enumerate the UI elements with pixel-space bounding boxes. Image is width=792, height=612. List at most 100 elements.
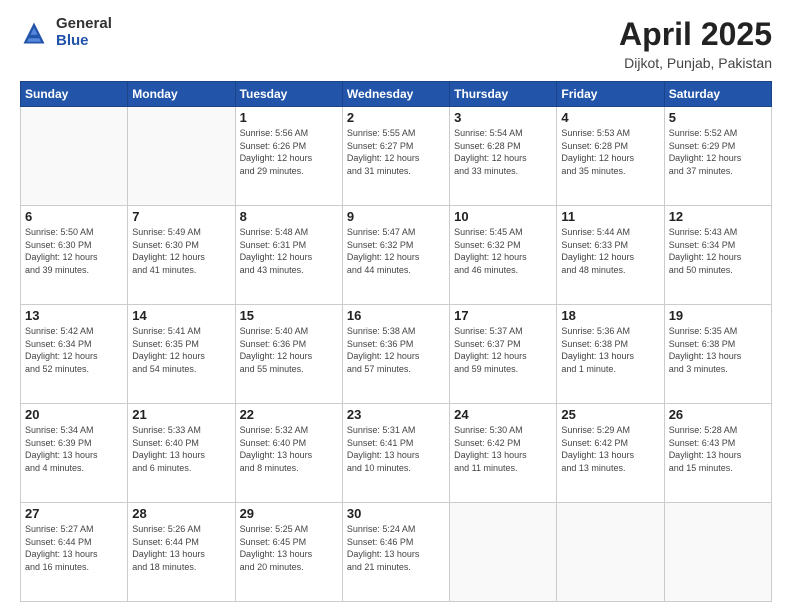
calendar-week-row: 13 Sunrise: 5:42 AM Sunset: 6:34 PM Dayli… <box>21 305 772 404</box>
day-number: 23 <box>347 407 445 422</box>
table-row: 9Sunrise: 5:47 AM Sunset: 6:32 PM Daylig… <box>342 206 449 305</box>
day-number: 27 <box>25 506 123 521</box>
table-row: 26 Sunrise: 5:28 AM Sunset: 6:43 PM Dayli… <box>664 404 771 503</box>
table-row: 20Sunrise: 5:34 AM Sunset: 6:39 PM Dayli… <box>21 404 128 503</box>
table-row: 19 Sunrise: 5:35 AM Sunset: 6:38 PM Dayli… <box>664 305 771 404</box>
table-row: 4Sunrise: 5:53 AM Sunset: 6:28 PM Daylig… <box>557 107 664 206</box>
calendar-header-row: Sunday Monday Tuesday Wednesday Thursday… <box>21 82 772 107</box>
day-info: Sunrise: 5:32 AM Sunset: 6:40 PM Dayligh… <box>240 424 338 474</box>
day-info: Sunrise: 5:44 AM Sunset: 6:33 PM Dayligh… <box>561 226 659 276</box>
table-row: 13 Sunrise: 5:42 AM Sunset: 6:34 PM Dayli… <box>21 305 128 404</box>
day-info: Sunrise: 5:35 AM Sunset: 6:38 PM Dayligh… <box>669 325 767 375</box>
day-number: 11 <box>561 209 659 224</box>
day-info: Sunrise: 5:36 AM Sunset: 6:38 PM Dayligh… <box>561 325 659 375</box>
table-row <box>450 503 557 602</box>
logo: General Blue <box>20 16 112 49</box>
day-info: Sunrise: 5:56 AM Sunset: 6:26 PM Dayligh… <box>240 127 338 177</box>
day-number: 7 <box>132 209 230 224</box>
day-number: 22 <box>240 407 338 422</box>
table-row: 25Sunrise: 5:29 AM Sunset: 6:42 PM Dayli… <box>557 404 664 503</box>
day-number: 25 <box>561 407 659 422</box>
day-number: 15 <box>240 308 338 323</box>
table-row: 14 Sunrise: 5:41 AM Sunset: 6:35 PM Dayli… <box>128 305 235 404</box>
calendar-title: April 2025 <box>619 16 772 53</box>
day-info: Sunrise: 5:43 AM Sunset: 6:34 PM Dayligh… <box>669 226 767 276</box>
table-row: 5 Sunrise: 5:52 AM Sunset: 6:29 PM Daylig… <box>664 107 771 206</box>
header-sunday: Sunday <box>21 82 128 107</box>
logo-icon <box>20 19 48 47</box>
header-thursday: Thursday <box>450 82 557 107</box>
day-info: Sunrise: 5:52 AM Sunset: 6:29 PM Dayligh… <box>669 127 767 177</box>
table-row: 3 Sunrise: 5:54 AM Sunset: 6:28 PM Daylig… <box>450 107 557 206</box>
day-info: Sunrise: 5:54 AM Sunset: 6:28 PM Dayligh… <box>454 127 552 177</box>
calendar-table: Sunday Monday Tuesday Wednesday Thursday… <box>20 81 772 602</box>
table-row: 29 Sunrise: 5:25 AM Sunset: 6:45 PM Dayli… <box>235 503 342 602</box>
day-number: 26 <box>669 407 767 422</box>
table-row: 27Sunrise: 5:27 AM Sunset: 6:44 PM Dayli… <box>21 503 128 602</box>
day-info: Sunrise: 5:25 AM Sunset: 6:45 PM Dayligh… <box>240 523 338 573</box>
day-number: 14 <box>132 308 230 323</box>
table-row <box>21 107 128 206</box>
day-info: Sunrise: 5:24 AM Sunset: 6:46 PM Dayligh… <box>347 523 445 573</box>
day-number: 29 <box>240 506 338 521</box>
day-number: 19 <box>669 308 767 323</box>
table-row: 24 Sunrise: 5:30 AM Sunset: 6:42 PM Dayli… <box>450 404 557 503</box>
calendar-subtitle: Dijkot, Punjab, Pakistan <box>619 55 772 71</box>
day-info: Sunrise: 5:49 AM Sunset: 6:30 PM Dayligh… <box>132 226 230 276</box>
day-number: 3 <box>454 110 552 125</box>
day-number: 13 <box>25 308 123 323</box>
header-wednesday: Wednesday <box>342 82 449 107</box>
calendar-week-row: 20Sunrise: 5:34 AM Sunset: 6:39 PM Dayli… <box>21 404 772 503</box>
calendar-week-row: 6 Sunrise: 5:50 AM Sunset: 6:30 PM Daylig… <box>21 206 772 305</box>
table-row: 28Sunrise: 5:26 AM Sunset: 6:44 PM Dayli… <box>128 503 235 602</box>
table-row <box>557 503 664 602</box>
table-row: 18 Sunrise: 5:36 AM Sunset: 6:38 PM Dayli… <box>557 305 664 404</box>
table-row: 17Sunrise: 5:37 AM Sunset: 6:37 PM Dayli… <box>450 305 557 404</box>
day-info: Sunrise: 5:34 AM Sunset: 6:39 PM Dayligh… <box>25 424 123 474</box>
day-info: Sunrise: 5:26 AM Sunset: 6:44 PM Dayligh… <box>132 523 230 573</box>
logo-text: General Blue <box>56 16 112 49</box>
table-row: 30 Sunrise: 5:24 AM Sunset: 6:46 PM Dayli… <box>342 503 449 602</box>
header-tuesday: Tuesday <box>235 82 342 107</box>
day-number: 5 <box>669 110 767 125</box>
table-row <box>128 107 235 206</box>
day-number: 1 <box>240 110 338 125</box>
day-info: Sunrise: 5:48 AM Sunset: 6:31 PM Dayligh… <box>240 226 338 276</box>
day-number: 24 <box>454 407 552 422</box>
table-row: 8Sunrise: 5:48 AM Sunset: 6:31 PM Daylig… <box>235 206 342 305</box>
day-info: Sunrise: 5:31 AM Sunset: 6:41 PM Dayligh… <box>347 424 445 474</box>
table-row: 12 Sunrise: 5:43 AM Sunset: 6:34 PM Dayli… <box>664 206 771 305</box>
day-info: Sunrise: 5:41 AM Sunset: 6:35 PM Dayligh… <box>132 325 230 375</box>
day-number: 9 <box>347 209 445 224</box>
table-row: 10Sunrise: 5:45 AM Sunset: 6:32 PM Dayli… <box>450 206 557 305</box>
day-number: 4 <box>561 110 659 125</box>
day-info: Sunrise: 5:30 AM Sunset: 6:42 PM Dayligh… <box>454 424 552 474</box>
table-row: 2Sunrise: 5:55 AM Sunset: 6:27 PM Daylig… <box>342 107 449 206</box>
day-info: Sunrise: 5:28 AM Sunset: 6:43 PM Dayligh… <box>669 424 767 474</box>
table-row: 6 Sunrise: 5:50 AM Sunset: 6:30 PM Daylig… <box>21 206 128 305</box>
day-info: Sunrise: 5:37 AM Sunset: 6:37 PM Dayligh… <box>454 325 552 375</box>
table-row: 1 Sunrise: 5:56 AM Sunset: 6:26 PM Daylig… <box>235 107 342 206</box>
calendar-week-row: 1 Sunrise: 5:56 AM Sunset: 6:26 PM Daylig… <box>21 107 772 206</box>
day-number: 6 <box>25 209 123 224</box>
day-number: 2 <box>347 110 445 125</box>
table-row: 11 Sunrise: 5:44 AM Sunset: 6:33 PM Dayli… <box>557 206 664 305</box>
logo-general: General <box>56 16 112 33</box>
table-row: 22 Sunrise: 5:32 AM Sunset: 6:40 PM Dayli… <box>235 404 342 503</box>
calendar-week-row: 27Sunrise: 5:27 AM Sunset: 6:44 PM Dayli… <box>21 503 772 602</box>
day-number: 30 <box>347 506 445 521</box>
table-row: 21Sunrise: 5:33 AM Sunset: 6:40 PM Dayli… <box>128 404 235 503</box>
day-number: 16 <box>347 308 445 323</box>
day-info: Sunrise: 5:50 AM Sunset: 6:30 PM Dayligh… <box>25 226 123 276</box>
day-number: 18 <box>561 308 659 323</box>
day-info: Sunrise: 5:45 AM Sunset: 6:32 PM Dayligh… <box>454 226 552 276</box>
logo-blue: Blue <box>56 33 112 50</box>
day-number: 12 <box>669 209 767 224</box>
day-info: Sunrise: 5:42 AM Sunset: 6:34 PM Dayligh… <box>25 325 123 375</box>
page: General Blue April 2025 Dijkot, Punjab, … <box>0 0 792 612</box>
table-row: 7 Sunrise: 5:49 AM Sunset: 6:30 PM Daylig… <box>128 206 235 305</box>
day-info: Sunrise: 5:40 AM Sunset: 6:36 PM Dayligh… <box>240 325 338 375</box>
day-info: Sunrise: 5:38 AM Sunset: 6:36 PM Dayligh… <box>347 325 445 375</box>
title-block: April 2025 Dijkot, Punjab, Pakistan <box>619 16 772 71</box>
table-row: 23 Sunrise: 5:31 AM Sunset: 6:41 PM Dayli… <box>342 404 449 503</box>
